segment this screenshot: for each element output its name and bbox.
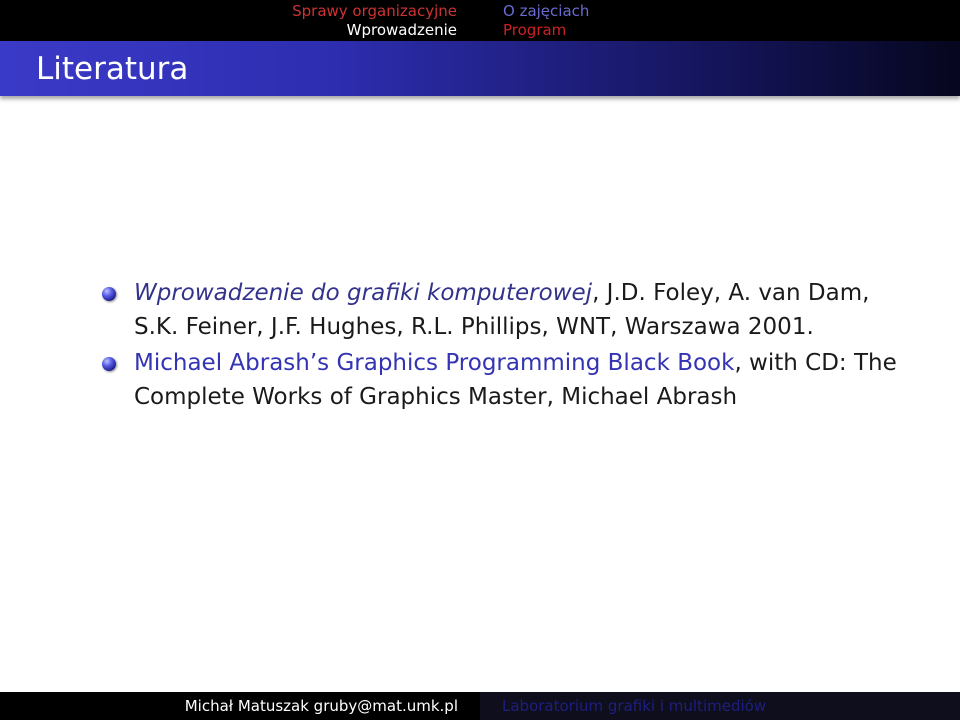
slide-content: Wprowadzenie do grafiki komputerowej, J.… [100,276,920,416]
nav-link-wprowadzenie[interactable]: Wprowadzenie [292,21,457,40]
footer-bar: Michał Matuszak gruby@mat.umk.pl Laborat… [0,692,960,720]
ball-bullet-icon [102,287,116,301]
navigation-bar: Sprawy organizacyjne Wprowadzenie O zaję… [0,0,960,41]
frame-title: Literatura [36,51,189,87]
nav-link-program[interactable]: Program [503,21,589,40]
nav-section-right: O zajęciach Program [503,2,589,40]
footer-author: Michał Matuszak gruby@mat.umk.pl [0,692,480,720]
nav-link-sprawy-organizacyjne[interactable]: Sprawy organizacyjne [292,2,457,21]
book-title: Michael Abrash’s Graphics Programming Bl… [134,350,735,376]
book-title: Wprowadzenie do grafiki komputerowej [134,280,593,306]
nav-section-left: Sprawy organizacyjne Wprowadzenie [292,2,457,40]
list-item: Michael Abrash’s Graphics Programming Bl… [100,346,920,414]
frame-title-bar: Literatura [0,41,960,96]
nav-link-o-zajeciach[interactable]: O zajęciach [503,2,589,21]
list-item: Wprowadzenie do grafiki komputerowej, J.… [100,276,920,344]
footer-course: Laboratorium grafiki i multimediów [480,692,960,720]
ball-bullet-icon [102,357,116,371]
